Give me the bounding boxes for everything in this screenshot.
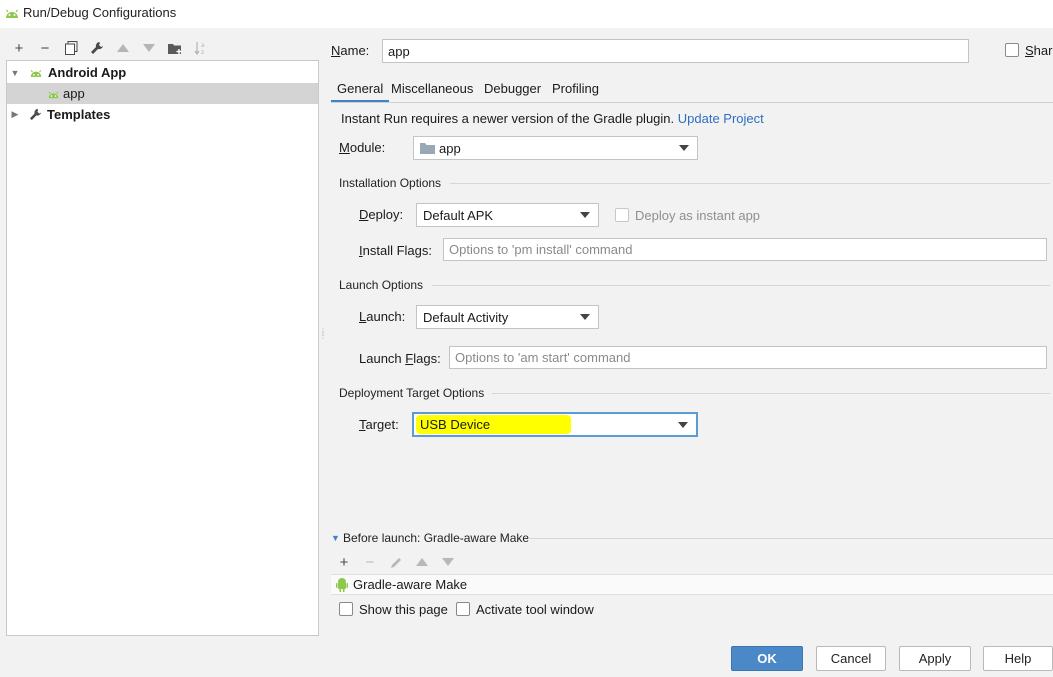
- tab-miscellaneous[interactable]: Miscellaneous: [391, 78, 473, 103]
- splitter-handle[interactable]: ⋮ ⋮: [319, 328, 327, 342]
- section-divider: [528, 538, 1053, 539]
- install-flags-label: Install Flags:: [359, 243, 432, 258]
- tree-item-android-app[interactable]: ▼ Android App: [7, 62, 318, 83]
- chevron-down-icon: [678, 422, 688, 428]
- deploy-dropdown[interactable]: Default APK: [416, 203, 599, 227]
- tree-item-templates[interactable]: ▶ Templates: [7, 104, 318, 125]
- android-icon: [6, 9, 18, 18]
- title-bar: Run/Debug Configurations: [0, 0, 1053, 28]
- collapse-icon[interactable]: ▼: [331, 533, 340, 543]
- deployment-target-title: Deployment Target Options: [339, 386, 485, 400]
- tab-debugger[interactable]: Debugger: [484, 78, 541, 103]
- update-project-link[interactable]: Update Project: [678, 111, 764, 126]
- chevron-down-icon: [580, 212, 590, 218]
- tree-item-app[interactable]: app: [7, 83, 318, 104]
- launch-flags-label: Launch Flags:: [359, 351, 441, 366]
- svg-text:z: z: [201, 49, 204, 55]
- move-down-icon[interactable]: [141, 40, 157, 56]
- move-up-icon[interactable]: [414, 554, 430, 570]
- ok-button[interactable]: OK: [731, 646, 803, 671]
- copy-icon[interactable]: [63, 40, 79, 56]
- section-divider: [432, 285, 1050, 286]
- share-checkbox[interactable]: [1005, 43, 1019, 57]
- installation-options-title: Installation Options: [339, 176, 442, 190]
- target-value: USB Device: [420, 417, 491, 432]
- android-icon: [30, 69, 42, 77]
- name-value: app: [388, 43, 410, 59]
- cancel-button[interactable]: Cancel: [816, 646, 886, 671]
- launch-flags-placeholder: Options to 'am start' command: [455, 350, 631, 365]
- android-icon: [48, 91, 59, 98]
- expand-right-icon[interactable]: ▶: [9, 109, 21, 120]
- activate-tool-checkbox[interactable]: [456, 602, 470, 616]
- wrench-icon: [29, 108, 42, 121]
- launch-dropdown[interactable]: Default Activity: [416, 305, 599, 329]
- wrench-icon[interactable]: [89, 40, 105, 56]
- move-down-icon[interactable]: [440, 554, 456, 570]
- move-up-icon[interactable]: [115, 40, 131, 56]
- instant-app-label: Deploy as instant app: [635, 208, 761, 223]
- svg-text:a: a: [201, 42, 205, 49]
- folder-add-icon[interactable]: [167, 40, 183, 56]
- list-item[interactable]: Gradle-aware Make: [353, 577, 467, 592]
- chevron-down-icon: [580, 314, 590, 320]
- notice-text: Instant Run requires a newer version of …: [341, 111, 675, 126]
- edit-icon[interactable]: [388, 554, 404, 570]
- module-dropdown[interactable]: app: [413, 136, 698, 160]
- tree-item-label: Android App: [48, 65, 127, 80]
- instant-app-checkbox[interactable]: [615, 208, 629, 222]
- name-label: Name:: [331, 43, 370, 58]
- module-value: app: [439, 140, 461, 156]
- window-title: Run/Debug Configurations: [23, 5, 177, 20]
- add-icon[interactable]: +: [336, 554, 352, 571]
- folder-icon: [420, 143, 435, 154]
- activate-tool-label: Activate tool window: [476, 602, 594, 617]
- deploy-value: Default APK: [423, 207, 494, 223]
- show-page-checkbox[interactable]: [339, 602, 353, 616]
- before-launch-list[interactable]: Gradle-aware Make: [331, 574, 1053, 595]
- launch-label: Launch:: [359, 309, 406, 324]
- tree-item-label: Templates: [47, 107, 111, 122]
- show-page-label: Show this page: [359, 602, 448, 617]
- before-launch-title: Before launch: Gradle-aware Make: [343, 531, 530, 545]
- module-label: Module:: [339, 140, 386, 155]
- launch-options-title: Launch Options: [339, 278, 424, 292]
- section-divider: [450, 183, 1050, 184]
- remove-icon[interactable]: −: [37, 40, 53, 57]
- add-icon[interactable]: +: [11, 40, 27, 57]
- tab-divider: [331, 102, 1053, 103]
- install-flags-input[interactable]: Options to 'pm install' command: [443, 238, 1047, 261]
- deploy-label: Deploy:: [359, 207, 404, 222]
- section-divider: [492, 393, 1050, 394]
- tab-general[interactable]: General: [331, 78, 390, 103]
- apply-button[interactable]: Apply: [899, 646, 971, 671]
- remove-icon[interactable]: −: [362, 554, 378, 571]
- instant-run-notice: Instant Run requires a newer version of …: [341, 111, 764, 126]
- chevron-down-icon: [679, 145, 689, 151]
- tab-profiling[interactable]: Profiling: [552, 78, 599, 103]
- expand-down-icon[interactable]: ▼: [9, 68, 21, 78]
- name-field[interactable]: app: [382, 39, 969, 63]
- help-button[interactable]: Help: [983, 646, 1053, 671]
- target-label: Target:: [359, 417, 399, 432]
- gradle-android-icon: [336, 577, 348, 592]
- sort-icon[interactable]: az: [193, 40, 209, 56]
- launch-value: Default Activity: [423, 309, 509, 325]
- tree-item-label: app: [63, 86, 85, 101]
- configuration-tree[interactable]: ▼ Android App app ▶ Templates: [6, 60, 319, 636]
- launch-flags-input[interactable]: Options to 'am start' command: [449, 346, 1047, 369]
- target-dropdown[interactable]: USB Device: [412, 412, 698, 437]
- install-flags-placeholder: Options to 'pm install' command: [449, 242, 633, 257]
- share-label: Share: [1025, 43, 1053, 58]
